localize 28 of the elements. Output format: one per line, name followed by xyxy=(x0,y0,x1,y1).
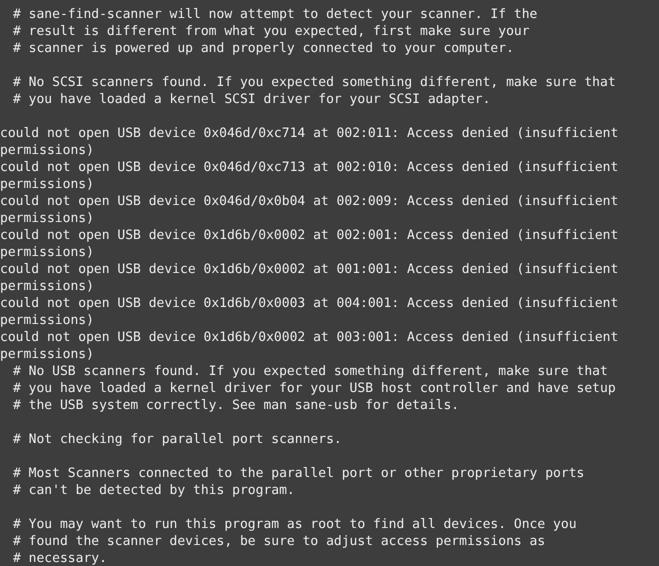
terminal-line: could not open USB device 0x046d/0x0b04 at 002:009: Access denied (insufficient xyxy=(0,193,618,210)
terminal-line: could not open USB device 0x1d6b/0x0002 at 003:001: Access denied (insufficient xyxy=(0,329,618,346)
terminal-line: # Not checking for parallel port scanners. xyxy=(13,431,342,448)
terminal-line: # scanner is powered up and properly connected to your computer. xyxy=(13,40,514,57)
terminal-line: # the USB system correctly. See man sane-usb for details. xyxy=(13,397,460,414)
terminal-line: permissions) xyxy=(0,312,94,329)
terminal-line: could not open USB device 0x1d6b/0x0002 at 001:001: Access denied (insufficient xyxy=(0,261,618,278)
terminal-line: # you have loaded a kernel SCSI driver for your SCSI adapter. xyxy=(13,91,490,108)
terminal-line: # can't be detected by this program. xyxy=(13,482,295,499)
terminal-line: could not open USB device 0x1d6b/0x0003 at 004:001: Access denied (insufficient xyxy=(0,295,618,312)
terminal-line: permissions) xyxy=(0,244,94,261)
terminal-line: permissions) xyxy=(0,210,94,227)
terminal-line: could not open USB device 0x046d/0xc713 at 002:010: Access denied (insufficient xyxy=(0,159,618,176)
terminal-line: # No SCSI scanners found. If you expected something different, make sure that xyxy=(13,74,616,91)
terminal-line: # sane-find-scanner will now attempt to detect your scanner. If the xyxy=(13,6,538,23)
terminal-line: # you have loaded a kernel driver for your USB host controller and have setup xyxy=(13,380,616,397)
terminal-line: could not open USB device 0x046d/0xc714 at 002:011: Access denied (insufficient xyxy=(0,125,618,142)
terminal-line: permissions) xyxy=(0,176,94,193)
terminal-line: # found the scanner devices, be sure to adjust access permissions as xyxy=(13,533,546,550)
terminal-line: # result is different from what you expected, first make sure your xyxy=(13,23,530,40)
terminal-line: # Most Scanners connected to the parallel port or other proprietary ports xyxy=(13,465,584,482)
terminal-line: could not open USB device 0x1d6b/0x0002 at 002:001: Access denied (insufficient xyxy=(0,227,618,244)
terminal-line: # You may want to run this program as root to find all devices. Once you xyxy=(13,516,577,533)
terminal-line: # necessary. xyxy=(13,550,107,566)
terminal-line: permissions) xyxy=(0,346,94,363)
terminal-line: permissions) xyxy=(0,278,94,295)
terminal-line: # No USB scanners found. If you expected something different, make sure that xyxy=(13,363,608,380)
terminal-line: permissions) xyxy=(0,142,94,159)
